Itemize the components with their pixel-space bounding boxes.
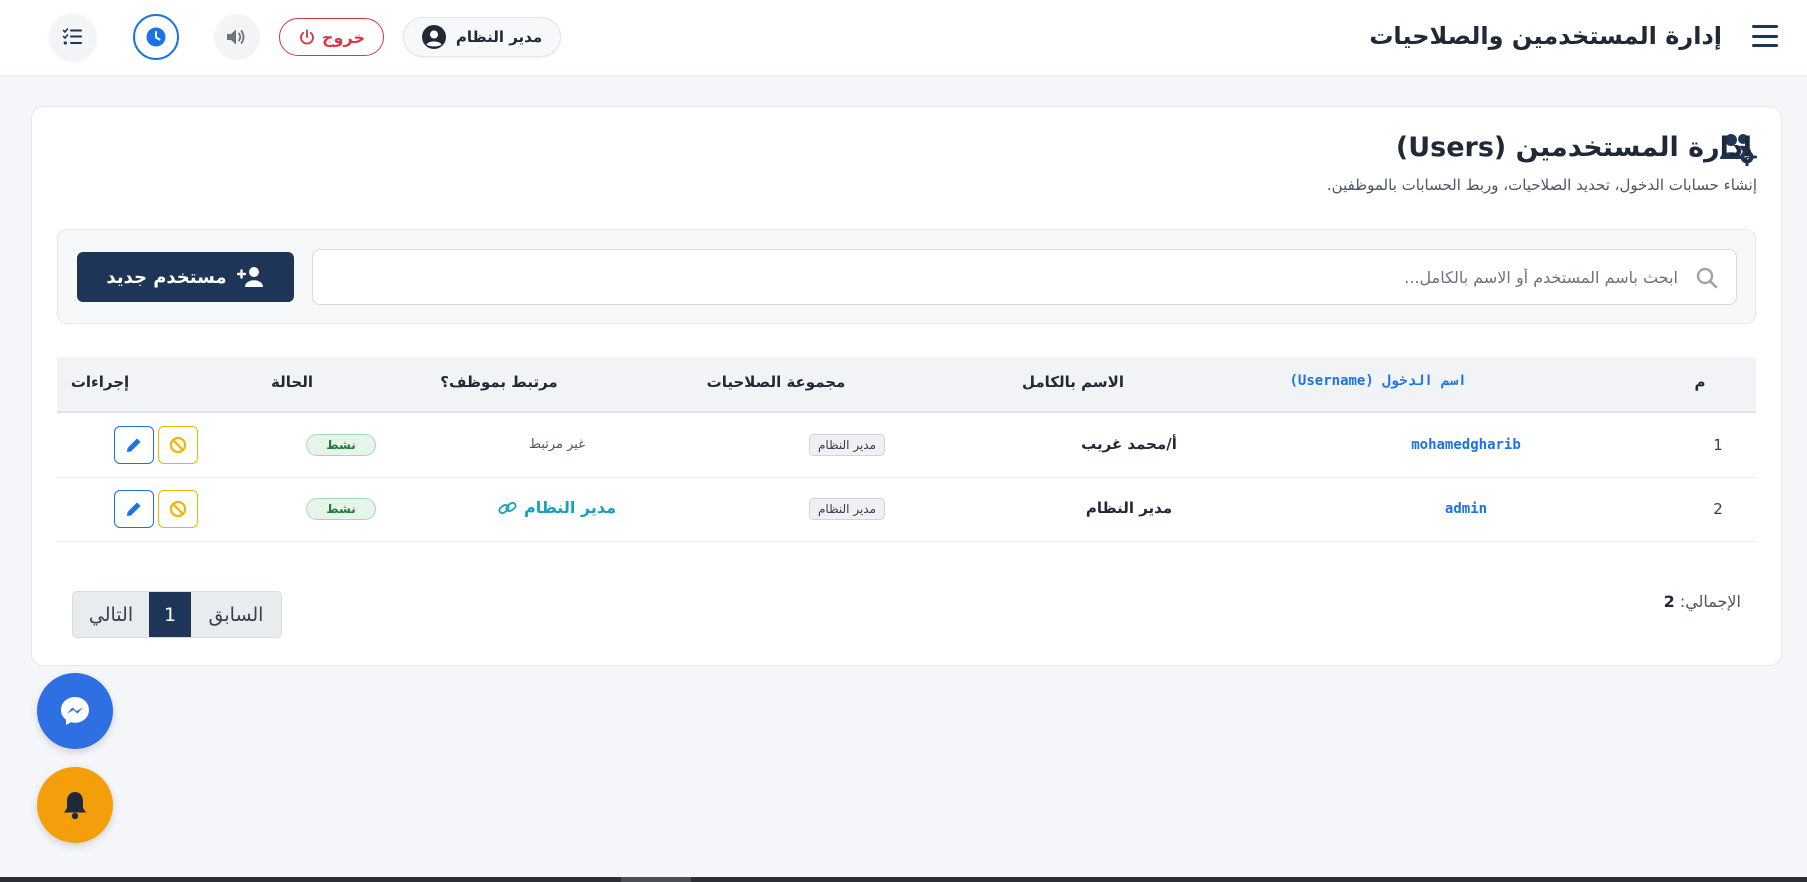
taskbar-segment — [621, 877, 691, 882]
new-user-button[interactable]: مستخدم جديد — [77, 252, 294, 302]
bell-icon — [64, 792, 86, 820]
row-2-group-badge: مدير النظام — [808, 498, 886, 520]
power-icon — [300, 29, 314, 45]
column-header-group: مجموعة الصلاحيات — [706, 373, 846, 391]
pagination-next-button[interactable]: التالي — [73, 592, 149, 637]
row-1-username: mohamedgharib — [1411, 437, 1521, 453]
row-2-disable-button[interactable] — [158, 490, 198, 528]
speaker-icon — [227, 29, 245, 45]
row-2-linked: مدير النظام — [523, 498, 617, 517]
ban-icon — [169, 436, 187, 454]
pencil-icon — [127, 438, 141, 452]
top-bar: إدارة المستخدمين والصلاحيات مدير النظام … — [0, 0, 1807, 76]
column-header-linked: مرتبط بموظف؟ — [440, 373, 558, 391]
column-header-status: الحالة — [271, 373, 313, 391]
row-1-edit-button[interactable] — [114, 426, 154, 464]
link-icon — [498, 501, 517, 514]
row-1-index: 1 — [1713, 436, 1723, 454]
pagination: التالي 1 السابق — [72, 591, 282, 638]
new-user-label: مستخدم جديد — [106, 266, 227, 288]
clock-button[interactable] — [133, 14, 179, 60]
pagination-prev-button[interactable]: السابق — [191, 592, 281, 637]
row-1-group-badge: مدير النظام — [808, 434, 886, 456]
section-title: إدارة المستخدمين (Users) — [1395, 132, 1752, 163]
search-icon — [1696, 267, 1718, 289]
row-1-linked: غير مرتبط — [528, 437, 586, 452]
row-2-username: admin — [1444, 501, 1488, 517]
user-menu-button[interactable]: مدير النظام — [403, 17, 561, 57]
hamburger-icon[interactable] — [1751, 22, 1779, 50]
row-2-fullname: مدير النظام — [1085, 499, 1173, 517]
section-subtitle: إنشاء حسابات الدخول، تحديد الصلاحيات، ور… — [1326, 176, 1757, 194]
column-header-username: اسم الدخول (Username) — [1289, 373, 1467, 389]
taskbar-strip — [0, 877, 1807, 882]
tasks-button[interactable] — [50, 14, 96, 60]
notifications-button[interactable] — [37, 767, 113, 843]
user-name-label: مدير النظام — [455, 28, 543, 46]
user-plus-icon — [236, 267, 263, 287]
messenger-button[interactable] — [37, 673, 113, 749]
logout-label: خروج — [322, 27, 365, 47]
clock-icon — [146, 27, 166, 47]
pagination-current-page[interactable]: 1 — [149, 592, 191, 637]
row-2-index: 2 — [1713, 500, 1723, 518]
user-circle-icon — [421, 25, 446, 49]
column-header-fullname: الاسم بالكامل — [1022, 373, 1124, 391]
row-2-linked-employee-link[interactable]: مدير النظام — [498, 498, 616, 517]
column-header-actions: إجراءات — [70, 373, 130, 391]
total-value: 2 — [1663, 592, 1675, 611]
logout-button[interactable]: خروج — [279, 18, 384, 56]
row-2-edit-button[interactable] — [114, 490, 154, 528]
pencil-icon — [127, 502, 141, 516]
page-title: إدارة المستخدمين والصلاحيات — [1369, 22, 1722, 50]
search-input[interactable] — [313, 250, 1736, 304]
row-1-status-badge: نشط — [306, 434, 376, 456]
row-1-fullname: أ/محمد غريب — [1081, 435, 1177, 453]
sound-toggle-button[interactable] — [214, 14, 260, 60]
search-field — [312, 249, 1737, 305]
row-divider — [57, 541, 1756, 542]
column-header-index: م — [1694, 373, 1706, 391]
row-2-status-badge: نشط — [306, 498, 376, 520]
row-1-disable-button[interactable] — [158, 426, 198, 464]
total-label: الإجمالي: — [1679, 592, 1741, 611]
tasks-icon — [62, 28, 82, 45]
messenger-icon — [61, 697, 89, 725]
ban-icon — [169, 500, 187, 518]
total-count: الإجمالي: 2 — [1664, 592, 1741, 611]
row-divider — [57, 477, 1756, 478]
